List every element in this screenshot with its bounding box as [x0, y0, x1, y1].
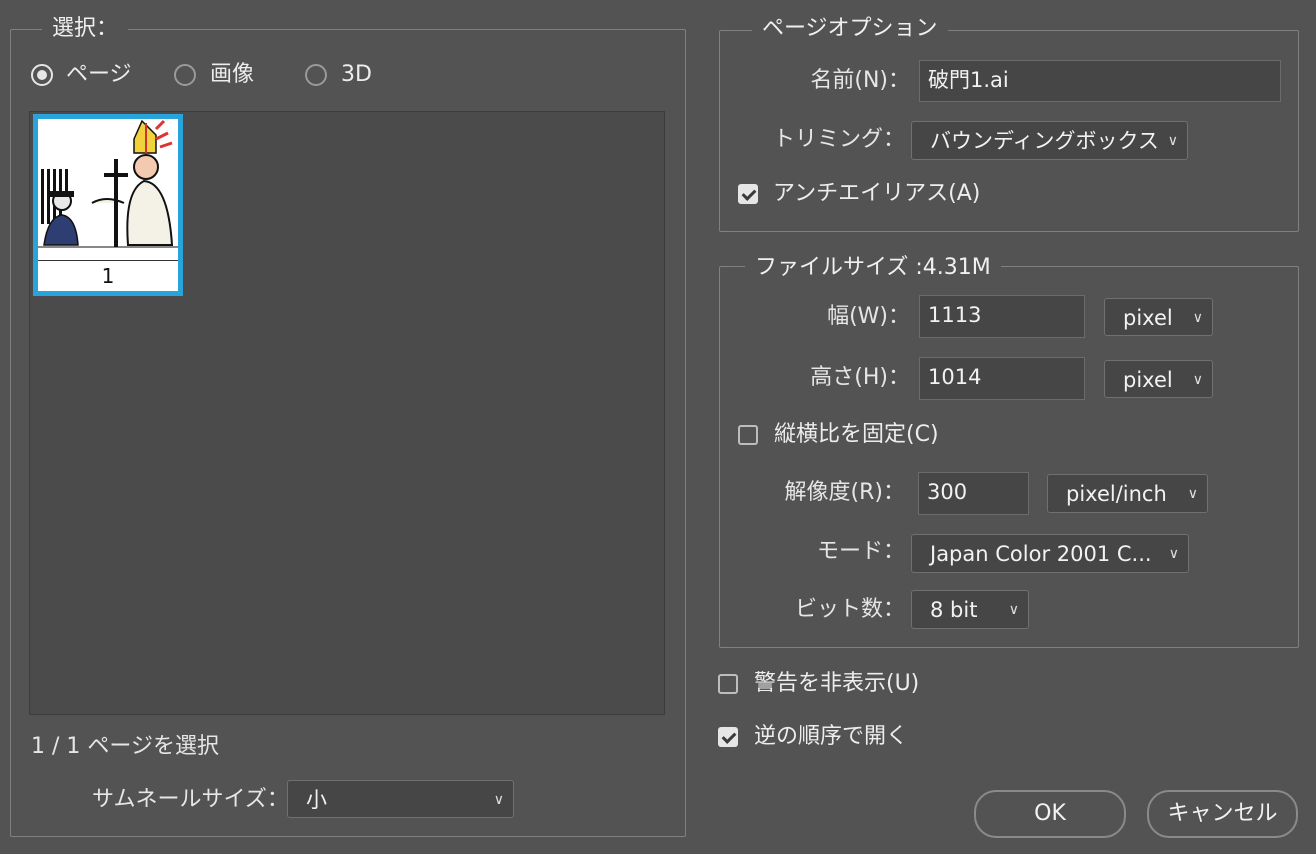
- height-field[interactable]: 1014: [919, 357, 1085, 400]
- crop-value: バウンディングボックス: [930, 129, 1159, 153]
- name-label: 名前(N)：: [810, 68, 910, 93]
- crop-label: トリミング：: [772, 127, 905, 152]
- name-field[interactable]: 破門1.ai: [919, 60, 1281, 102]
- ok-button[interactable]: OK: [974, 790, 1126, 838]
- antialias-label[interactable]: アンチエイリアス(A): [773, 179, 980, 209]
- chevron-down-icon: ∨: [1192, 372, 1203, 388]
- mode-select[interactable]: Japan Color 2001 C... ∨: [911, 534, 1189, 573]
- chevron-down-icon: ∨: [493, 792, 504, 808]
- radio-page-label[interactable]: ページ: [66, 60, 132, 90]
- thumbnail-size-select[interactable]: 小 ∨: [287, 780, 514, 818]
- height-unit-select[interactable]: pixel ∨: [1104, 360, 1213, 398]
- chevron-down-icon: ∨: [1187, 486, 1198, 502]
- image-size-legend: ファイルサイズ :4.31M: [745, 255, 1001, 281]
- radio-page[interactable]: [31, 64, 53, 86]
- width-field[interactable]: 1113: [919, 295, 1085, 338]
- radio-image[interactable]: [174, 64, 196, 86]
- resolution-unit-select[interactable]: pixel/inch ∨: [1047, 474, 1208, 513]
- resolution-field[interactable]: 300: [918, 472, 1029, 515]
- radio-image-label[interactable]: 画像: [210, 60, 254, 90]
- selection-legend: 選択：: [42, 16, 129, 42]
- suppress-warnings-checkbox[interactable]: [718, 674, 738, 694]
- height-label: 高さ(H)：: [810, 365, 910, 390]
- selection-status: 1 / 1 ページを選択: [31, 734, 219, 759]
- resolution-unit-value: pixel/inch: [1066, 482, 1167, 506]
- width-unit-select[interactable]: pixel ∨: [1104, 298, 1213, 336]
- illustration-icon: [38, 119, 178, 248]
- constrain-proportions-checkbox[interactable]: [738, 425, 758, 445]
- width-unit-value: pixel: [1123, 306, 1173, 330]
- bit-depth-label: ビット数：: [794, 597, 905, 622]
- thumbnail-page-number: 1: [38, 260, 178, 291]
- page-options-legend: ページオプション: [752, 16, 948, 42]
- radio-3d[interactable]: [305, 64, 327, 86]
- reverse-order-checkbox[interactable]: [718, 727, 738, 747]
- thumbnail-size-value: 小: [306, 788, 327, 812]
- height-unit-value: pixel: [1123, 368, 1173, 392]
- chevron-down-icon: ∨: [1008, 602, 1019, 618]
- crop-select[interactable]: バウンディングボックス ∨: [911, 121, 1188, 160]
- antialias-checkbox[interactable]: [738, 184, 758, 204]
- reverse-order-label[interactable]: 逆の順序で開く: [754, 722, 908, 752]
- mode-label: モード：: [816, 539, 905, 564]
- constrain-proportions-label[interactable]: 縦横比を固定(C): [774, 420, 939, 450]
- suppress-warnings-label[interactable]: 警告を非表示(U): [754, 669, 919, 699]
- chevron-down-icon: ∨: [1167, 133, 1178, 149]
- thumbnail-image: 1: [38, 119, 178, 291]
- chevron-down-icon: ∨: [1168, 546, 1179, 562]
- thumbnail-size-label: サムネールサイズ：: [92, 787, 289, 812]
- page-thumbnail[interactable]: 1: [33, 114, 183, 296]
- chevron-down-icon: ∨: [1192, 310, 1203, 326]
- resolution-label: 解像度(R)：: [784, 480, 905, 505]
- bit-depth-select[interactable]: 8 bit ∨: [911, 590, 1029, 629]
- radio-3d-label[interactable]: 3D: [341, 60, 372, 90]
- mode-value: Japan Color 2001 C...: [930, 542, 1152, 566]
- bit-depth-value: 8 bit: [930, 598, 978, 622]
- cancel-button[interactable]: キャンセル: [1147, 790, 1298, 838]
- width-label: 幅(W)：: [827, 304, 910, 329]
